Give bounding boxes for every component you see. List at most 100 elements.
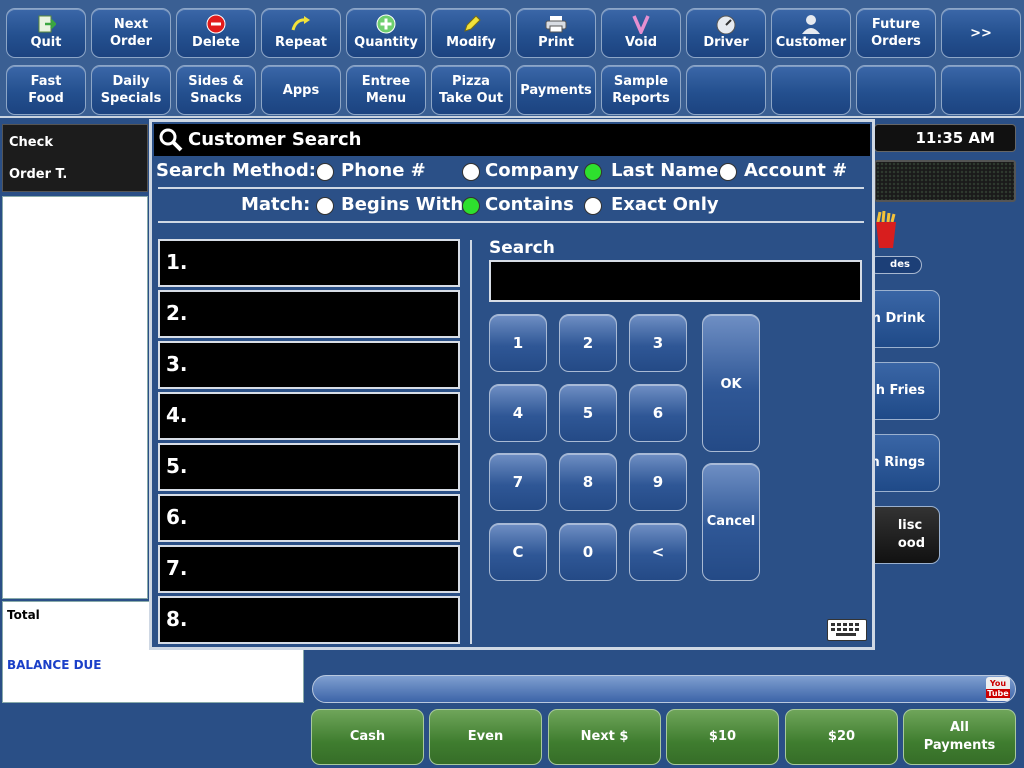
match-exact-only-radio[interactable] (584, 197, 602, 215)
keyboard-icon[interactable] (827, 619, 867, 641)
customer-button[interactable]: Customer (771, 8, 851, 58)
top-toolbar: Quit Next Order Delete Repeat Quantity M… (0, 0, 1024, 118)
pay-cash-button[interactable]: Cash (311, 709, 424, 765)
search-label: Search (489, 238, 555, 258)
driver-button[interactable]: Driver (686, 8, 766, 58)
method-phone-radio[interactable] (316, 163, 334, 181)
category-empty-3[interactable] (856, 65, 936, 115)
match-contains-radio[interactable] (462, 197, 480, 215)
method-company-label[interactable]: Company (485, 160, 579, 181)
print-button[interactable]: Print (516, 8, 596, 58)
method-phone-label[interactable]: Phone # (341, 160, 426, 181)
category-sample-reports[interactable]: Sample Reports (601, 65, 681, 115)
key-3[interactable]: 3 (629, 314, 687, 372)
result-slot[interactable]: 6. (158, 494, 460, 542)
message-bar (312, 675, 1016, 703)
search-method-label: Search Method: (156, 160, 316, 181)
category-pizza-take-out[interactable]: Pizza Take Out (431, 65, 511, 115)
result-slot[interactable]: 1. (158, 239, 460, 287)
category-daily-specials[interactable]: Daily Specials (91, 65, 171, 115)
repeat-button[interactable]: Repeat (261, 8, 341, 58)
more-button[interactable]: >> (941, 8, 1021, 58)
category-fast-food[interactable]: Fast Food (6, 65, 86, 115)
result-slot[interactable]: 7. (158, 545, 460, 593)
cancel-button[interactable]: Cancel (702, 463, 760, 581)
result-slot[interactable]: 4. (158, 392, 460, 440)
category-empty-1[interactable] (686, 65, 766, 115)
future-orders-button[interactable]: Future Orders (856, 8, 936, 58)
key-0[interactable]: 0 (559, 523, 617, 581)
match-exact-only-label[interactable]: Exact Only (611, 194, 719, 215)
delete-label: Delete (192, 35, 240, 50)
category-empty-2[interactable] (771, 65, 851, 115)
youtube-icon[interactable]: You Tube (986, 677, 1010, 701)
all-payments-button[interactable]: All Payments (903, 709, 1016, 765)
category-payments[interactable]: Payments (516, 65, 596, 115)
check-item-list[interactable] (2, 196, 148, 599)
key-9[interactable]: 9 (629, 453, 687, 511)
category-entree-menu[interactable]: Entree Menu (346, 65, 426, 115)
delete-icon (205, 14, 227, 34)
method-account-radio[interactable] (719, 163, 737, 181)
method-account-label[interactable]: Account # (744, 160, 847, 181)
category-label: Daily Specials (100, 74, 162, 106)
void-icon (630, 15, 652, 34)
method-last-name-radio[interactable] (584, 163, 602, 181)
match-contains-label[interactable]: Contains (485, 194, 574, 215)
led-message-display (874, 160, 1016, 202)
pay-10-button[interactable]: $10 (666, 709, 779, 765)
match-begins-with-label[interactable]: Begins With (341, 194, 463, 215)
quit-icon (35, 15, 57, 33)
next-order-button[interactable]: Next Order (91, 8, 171, 58)
key-5[interactable]: 5 (559, 384, 617, 442)
category-label: Apps (282, 82, 320, 98)
key-clear[interactable]: C (489, 523, 547, 581)
void-label: Void (624, 35, 658, 50)
match-label: Match: (241, 194, 311, 215)
void-button[interactable]: Void (601, 8, 681, 58)
quit-button[interactable]: Quit (6, 8, 86, 58)
dialog-title-bar: Customer Search (154, 124, 870, 156)
separator (158, 221, 864, 223)
modify-button[interactable]: Modify (431, 8, 511, 58)
result-slot[interactable]: 8. (158, 596, 460, 644)
key-1[interactable]: 1 (489, 314, 547, 372)
delete-button[interactable]: Delete (176, 8, 256, 58)
key-2[interactable]: 2 (559, 314, 617, 372)
more-label: >> (970, 25, 992, 41)
print-icon (545, 15, 567, 33)
search-icon (158, 127, 184, 157)
driver-label: Driver (703, 35, 749, 50)
vertical-separator (470, 240, 472, 644)
pay-even-button[interactable]: Even (429, 709, 542, 765)
category-apps[interactable]: Apps (261, 65, 341, 115)
future-orders-label: Future Orders (871, 17, 921, 49)
match-begins-with-radio[interactable] (316, 197, 334, 215)
key-6[interactable]: 6 (629, 384, 687, 442)
quantity-button[interactable]: Quantity (346, 8, 426, 58)
category-sides-snacks[interactable]: Sides & Snacks (176, 65, 256, 115)
order-label: Order T. (9, 167, 68, 182)
category-empty-4[interactable] (941, 65, 1021, 115)
search-input[interactable] (489, 260, 862, 302)
key-4[interactable]: 4 (489, 384, 547, 442)
method-last-name-label[interactable]: Last Name (611, 160, 718, 181)
pay-next-dollar-button[interactable]: Next $ (548, 709, 661, 765)
separator (158, 187, 864, 189)
dialog-title: Customer Search (188, 129, 362, 150)
fries-icon (874, 210, 898, 250)
result-slot[interactable]: 5. (158, 443, 460, 491)
key-7[interactable]: 7 (489, 453, 547, 511)
sides-tab[interactable]: des (868, 256, 922, 274)
key-backspace[interactable]: < (629, 523, 687, 581)
result-slot[interactable]: 2. (158, 290, 460, 338)
category-label: Sample Reports (612, 74, 670, 106)
repeat-icon (290, 15, 312, 33)
ok-button[interactable]: OK (702, 314, 760, 452)
clock-display: 11:35 AM (874, 124, 1016, 152)
result-slot[interactable]: 3. (158, 341, 460, 389)
repeat-label: Repeat (275, 35, 327, 50)
method-company-radio[interactable] (462, 163, 480, 181)
key-8[interactable]: 8 (559, 453, 617, 511)
pay-20-button[interactable]: $20 (785, 709, 898, 765)
